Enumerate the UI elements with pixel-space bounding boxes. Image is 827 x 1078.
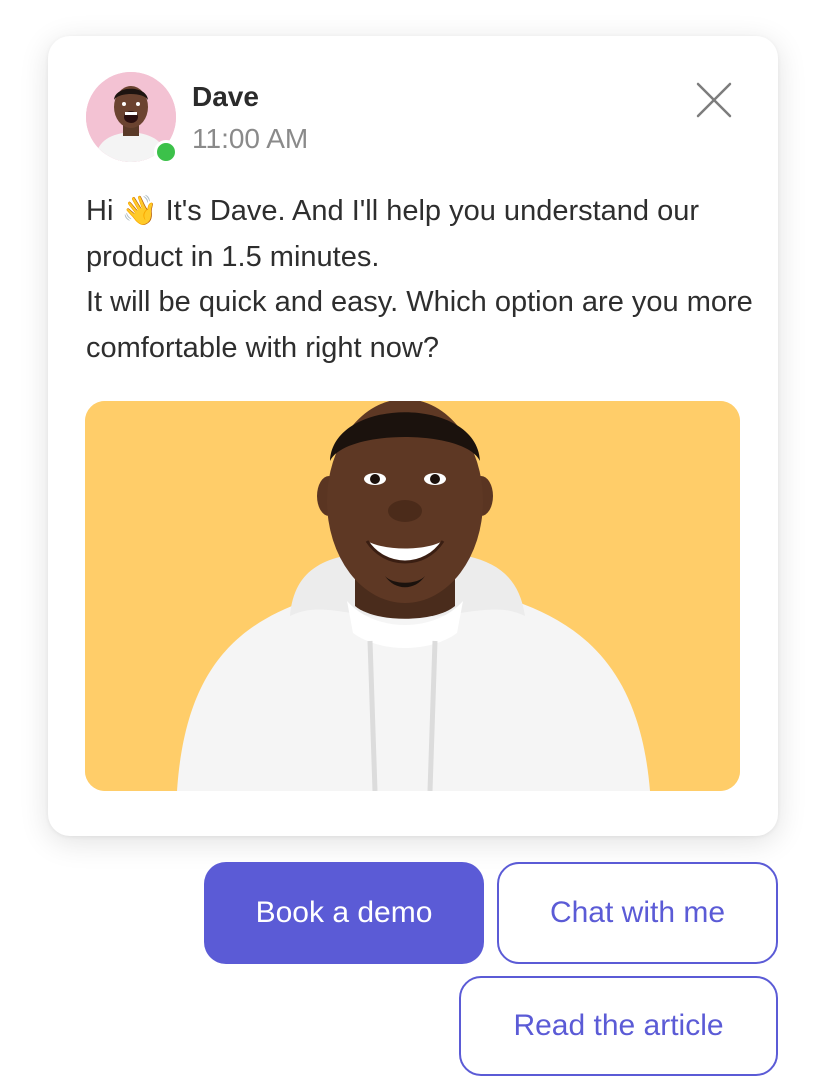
host-photo	[85, 401, 740, 791]
chat-with-me-button[interactable]: Chat with me	[497, 862, 778, 964]
greeting-text: Hi	[86, 195, 122, 227]
message-paragraph-1: Hi 👋 It's Dave. And I'll help you unders…	[86, 188, 756, 280]
book-demo-button[interactable]: Book a demo	[204, 862, 484, 964]
message-card: Dave 11:00 AM Hi 👋 It's Dave. And I'll h…	[48, 36, 778, 836]
message-text: Hi 👋 It's Dave. And I'll help you unders…	[86, 188, 756, 371]
chat-widget: Dave 11:00 AM Hi 👋 It's Dave. And I'll h…	[0, 0, 827, 1078]
close-icon	[696, 82, 732, 118]
person-photo-illustration	[85, 401, 740, 791]
intro-text: It's Dave. And I'll help you understand …	[86, 195, 700, 273]
read-article-button[interactable]: Read the article	[459, 976, 778, 1076]
waving-hand-icon: 👋	[121, 193, 158, 227]
avatar	[86, 72, 178, 164]
close-button[interactable]	[694, 80, 734, 120]
message-time: 11:00 AM	[192, 123, 309, 154]
sender-name: Dave	[192, 81, 259, 112]
message-paragraph-2: It will be quick and easy. Which option …	[86, 286, 753, 364]
online-status-dot	[154, 140, 178, 164]
